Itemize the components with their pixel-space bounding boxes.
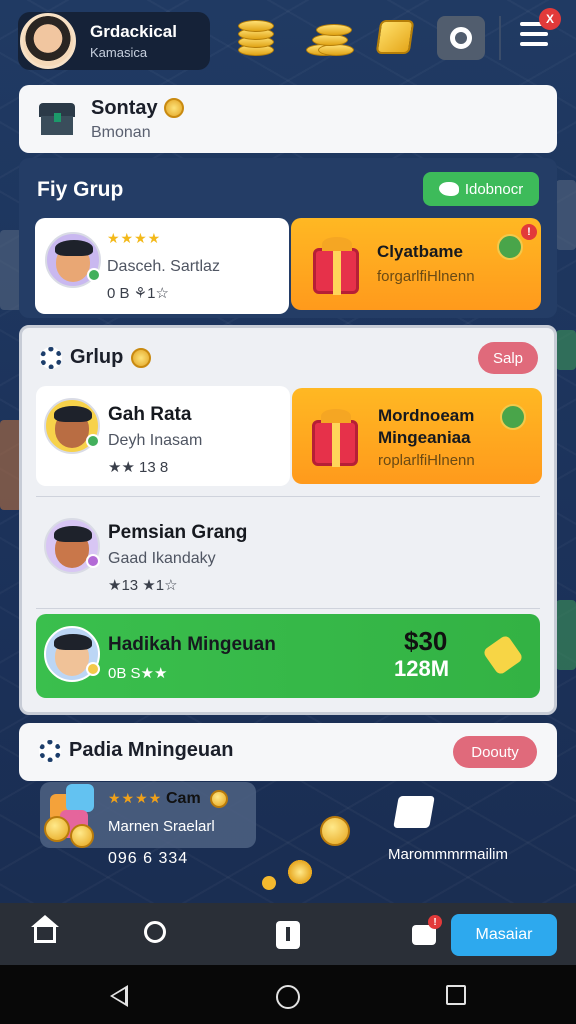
profile-subtitle: Kamasica bbox=[90, 45, 148, 60]
grup-row-1[interactable]: Gah Rata Deyh Inasam ★★ 13 8 bbox=[36, 386, 290, 486]
back-icon[interactable] bbox=[110, 985, 128, 1007]
menu-badge: X bbox=[539, 8, 561, 30]
bonus-code: 096 6 334 bbox=[108, 850, 189, 867]
grup-panel: Grlup Salp Gah Rata Deyh Inasam ★★ 13 8 … bbox=[19, 325, 557, 715]
fiy-grup-title: Fiy Grup bbox=[37, 178, 124, 201]
sontay-subtitle: Bmonan bbox=[91, 123, 151, 141]
row-sub: Deyh Inasam bbox=[108, 432, 203, 449]
gift-icon bbox=[313, 237, 359, 295]
coin-icon bbox=[210, 790, 228, 808]
highlight-title: Hadikah Mingeuan bbox=[108, 634, 276, 655]
gift-icon bbox=[312, 409, 358, 467]
medal-icon bbox=[131, 347, 152, 368]
player-avatar bbox=[44, 518, 100, 574]
reward-subtitle: forgarlfiHlnenn bbox=[377, 268, 475, 285]
fiy-player-tile[interactable]: ★★★★ Dasceh. Sartlaz 0 B ⚘1☆ bbox=[35, 218, 289, 314]
coin-icon bbox=[44, 816, 70, 842]
bonus-subtitle: Marnen Sraelarl bbox=[108, 818, 215, 835]
reward-line-1: Mordnoeam bbox=[378, 406, 475, 425]
row-name: Pemsian Grang bbox=[108, 522, 248, 543]
player-avatar bbox=[44, 626, 100, 682]
ring-icon bbox=[450, 27, 472, 49]
gold-ticket-icon[interactable] bbox=[375, 20, 415, 54]
ticket-icon bbox=[482, 634, 524, 676]
coin-icon bbox=[70, 824, 94, 848]
top-bar: Grdackical Kamasica X bbox=[0, 0, 576, 82]
row-sub: Gaad Ikandaky bbox=[108, 550, 216, 567]
sparkle-icon bbox=[262, 876, 276, 890]
gear-icon bbox=[40, 346, 62, 369]
bonus-caption: Marommmrmailim bbox=[388, 846, 508, 863]
sparkle-icon bbox=[286, 858, 314, 886]
highlight-amount-sub: 128M bbox=[394, 656, 450, 681]
row-meta: ★13 ★1☆ bbox=[108, 577, 178, 594]
background-tile bbox=[556, 330, 576, 370]
fiy-grup-action-label: Idobnocr bbox=[464, 180, 524, 198]
reward-line-3: roplarlfiHlnenn bbox=[378, 452, 475, 469]
player-name: Dasceh. Sartlaz bbox=[107, 258, 220, 275]
padia-action-button[interactable]: Doouty bbox=[453, 736, 537, 768]
dice-icon bbox=[66, 784, 94, 812]
player-avatar bbox=[44, 398, 100, 454]
grup-action-button[interactable]: Salp bbox=[478, 342, 538, 374]
fiy-grup-action-button[interactable]: Idobnocr bbox=[423, 172, 539, 206]
padia-title: Padia Mningeuan bbox=[69, 739, 234, 761]
background-tile bbox=[556, 180, 576, 250]
coins-icon[interactable] bbox=[234, 16, 278, 60]
player-stars: ★★★★ bbox=[107, 230, 162, 246]
divider bbox=[499, 16, 501, 60]
reward-token-icon bbox=[500, 404, 526, 430]
row-meta: ★★ 13 8 bbox=[108, 459, 169, 476]
message-badge: ! bbox=[428, 915, 442, 929]
grup-title: Grlup bbox=[70, 346, 124, 368]
grup-highlight-row[interactable]: Hadikah Mingeuan 0B S★★ $30 128M bbox=[36, 614, 540, 698]
search-icon[interactable] bbox=[144, 921, 166, 943]
coin-icon bbox=[320, 816, 350, 846]
nav-cta-button[interactable]: Masaiar bbox=[451, 914, 557, 956]
sontay-card[interactable]: Sontay Bmonan bbox=[19, 85, 557, 153]
highlight-meta: 0B S★★ bbox=[108, 665, 168, 682]
profile-chip[interactable]: Grdackical Kamasica bbox=[18, 12, 210, 70]
background-tile bbox=[556, 600, 576, 670]
card-icon[interactable] bbox=[276, 921, 300, 949]
gold-pile-icon[interactable] bbox=[306, 16, 354, 60]
sontay-title: Sontay bbox=[91, 96, 158, 119]
player-avatar bbox=[45, 232, 101, 288]
divider bbox=[36, 608, 540, 609]
system-nav-bar bbox=[0, 965, 576, 1024]
bonus-title: Cam bbox=[166, 790, 201, 807]
player-meta: 0 B ⚘1☆ bbox=[107, 285, 169, 302]
fiy-grup-panel: Fiy Grup Idobnocr ★★★★ Dasceh. Sartlaz 0… bbox=[19, 158, 557, 318]
home-icon[interactable] bbox=[31, 915, 59, 943]
grup-row-2[interactable]: Pemsian Grang Gaad Ikandaky ★13 ★1☆ bbox=[36, 504, 540, 604]
highlight-amount: $30 bbox=[404, 626, 448, 656]
chest-icon bbox=[39, 103, 75, 135]
home-circle-icon[interactable] bbox=[276, 985, 300, 1009]
settings-button[interactable] bbox=[437, 16, 485, 60]
medal-icon bbox=[163, 98, 184, 118]
avatar bbox=[20, 13, 76, 69]
profile-name: Grdackical bbox=[90, 22, 177, 41]
bird-icon bbox=[438, 182, 459, 196]
gear-icon bbox=[39, 739, 61, 762]
bonus-stars: ★★★★ bbox=[108, 790, 163, 806]
row-name: Gah Rata bbox=[108, 404, 192, 425]
divider bbox=[36, 496, 540, 497]
grup-reward-tile[interactable]: Mordnoeam Mingeaniaa roplarlfiHlnenn bbox=[292, 388, 542, 484]
reward-badge: ! bbox=[521, 224, 537, 240]
fiy-reward-tile[interactable]: Clyatbame forgarlfiHlnenn ! bbox=[291, 218, 541, 310]
reward-line-2: Mingeaniaa bbox=[378, 428, 471, 447]
recent-apps-icon[interactable] bbox=[446, 985, 466, 1005]
logo-icon bbox=[393, 796, 435, 828]
reward-title: Clyatbame bbox=[377, 242, 463, 261]
reward-token-icon bbox=[497, 234, 523, 260]
padia-card[interactable]: Padia Mningeuan Doouty bbox=[19, 723, 557, 781]
